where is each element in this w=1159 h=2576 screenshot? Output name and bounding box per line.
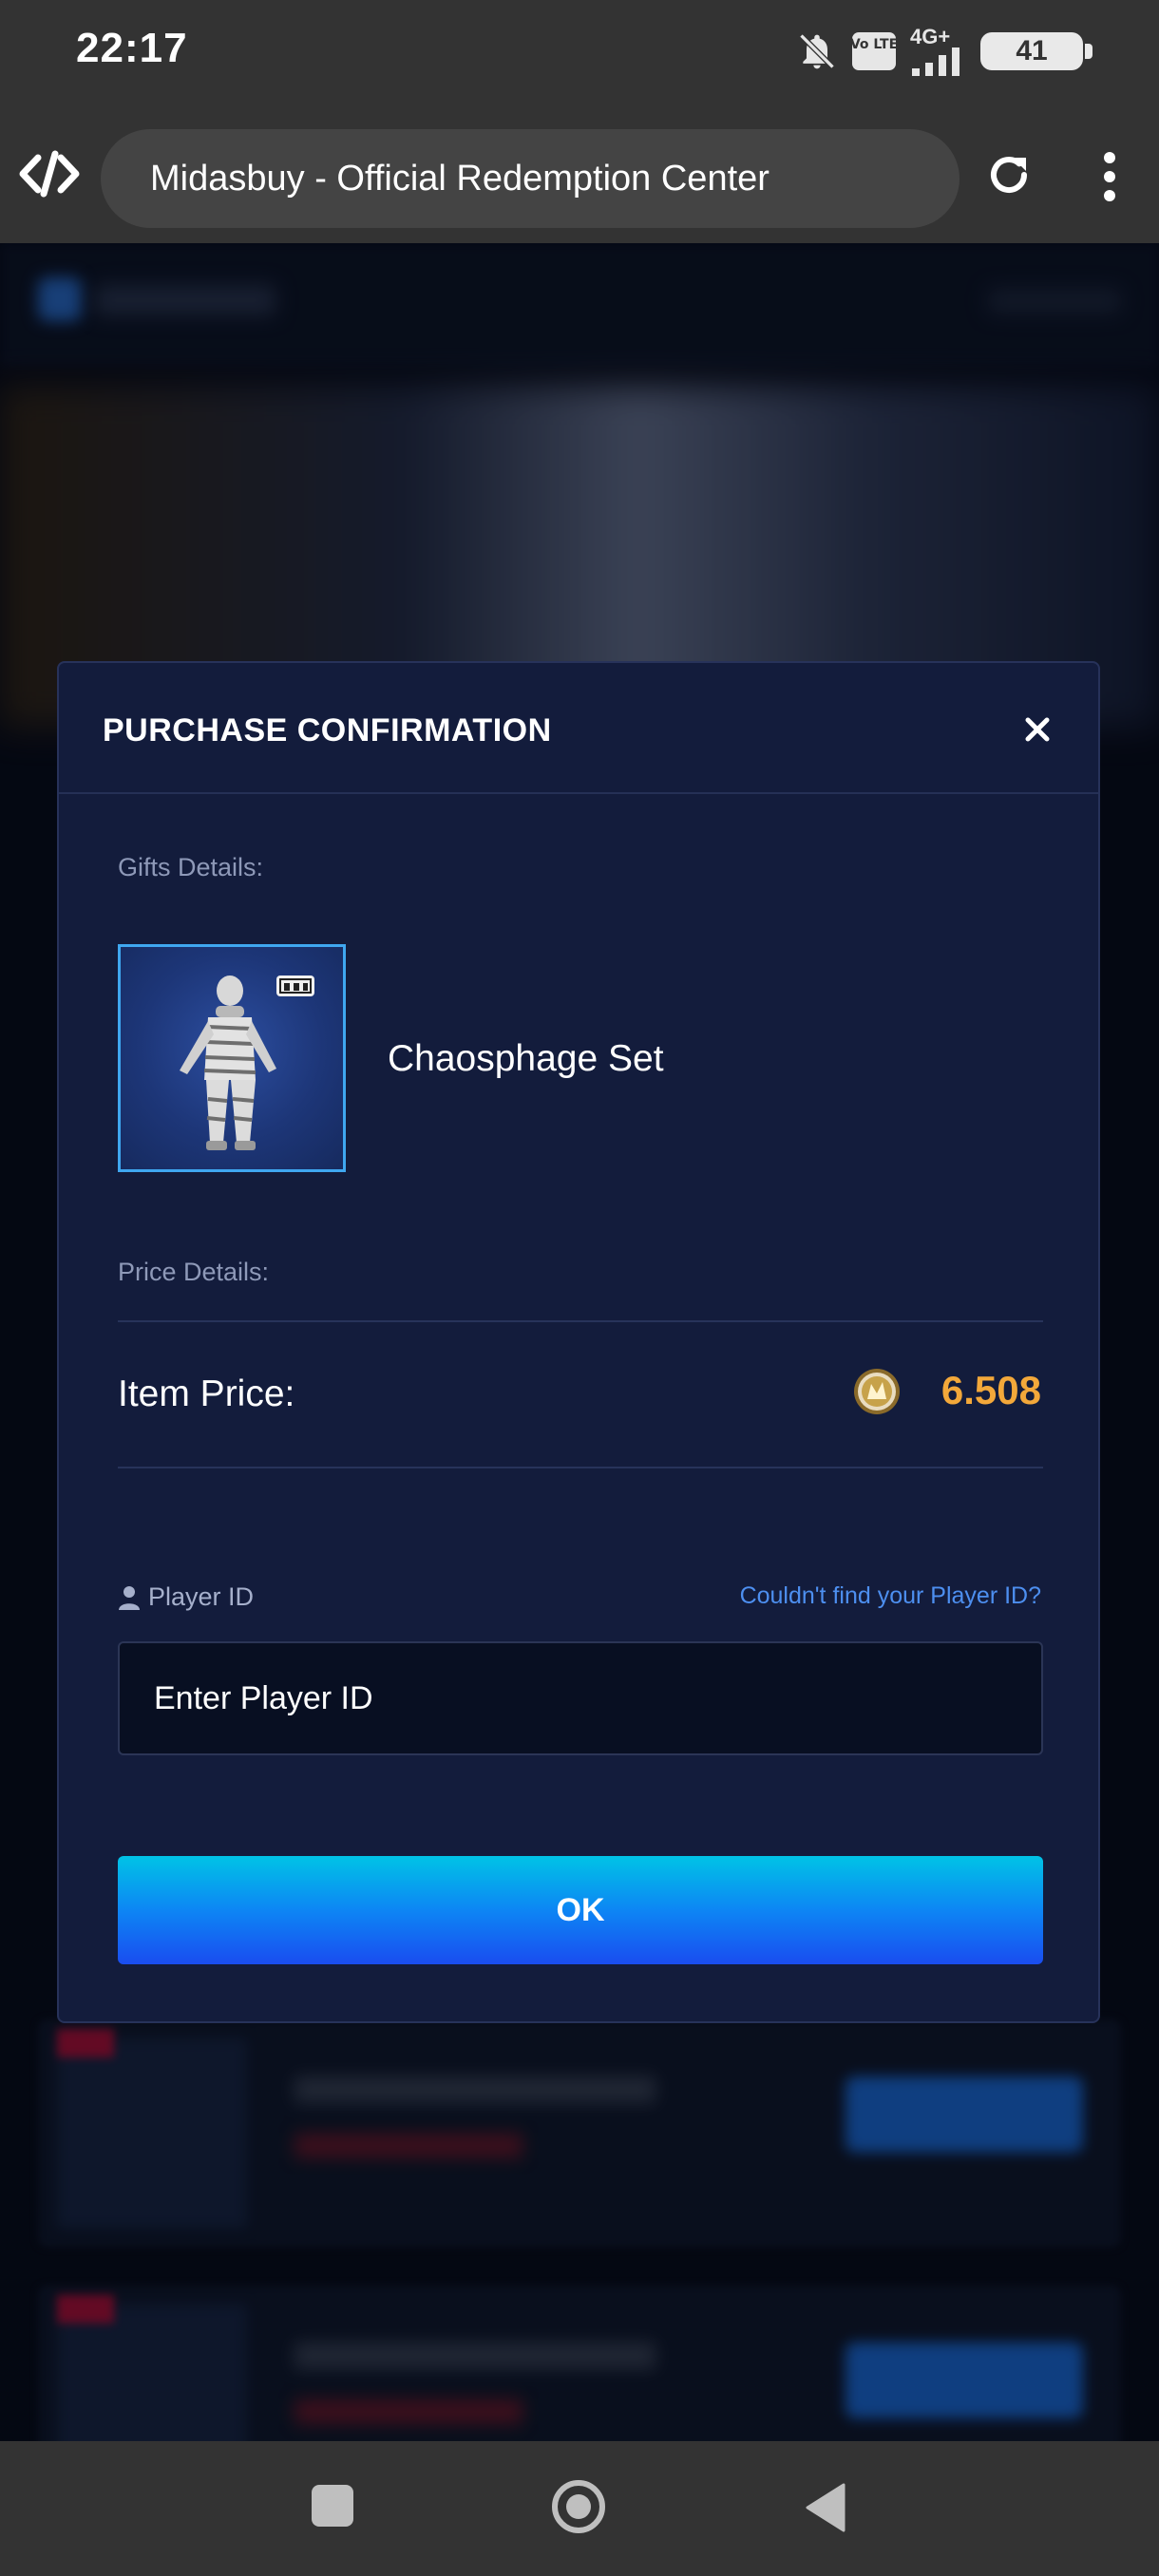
- browser-toolbar: Midasbuy - Official Redemption Center: [0, 104, 1159, 243]
- gift-name: Chaosphage Set: [388, 1038, 664, 1079]
- divider: [118, 1467, 1043, 1468]
- back-icon[interactable]: [804, 2483, 846, 2532]
- battery-icon: 41: [980, 32, 1092, 70]
- player-id-input[interactable]: [118, 1641, 1043, 1755]
- volte-badge-text: Vo LTE: [851, 37, 897, 52]
- network-type: 4G+: [910, 25, 951, 48]
- bell-off-icon: [799, 33, 835, 69]
- browser-logo-icon[interactable]: [19, 150, 80, 198]
- item-price-value: 6.508: [940, 1368, 1041, 1412]
- coin-icon: [854, 1369, 900, 1414]
- dialog-title: PURCHASE CONFIRMATION: [103, 712, 552, 748]
- gifts-details-label: Gifts Details:: [118, 853, 264, 881]
- player-id-label: Player ID: [148, 1582, 255, 1611]
- close-icon: [1025, 717, 1050, 742]
- user-icon: [119, 1585, 140, 1610]
- item-price-label: Item Price:: [118, 1373, 295, 1414]
- battery-level: 41: [1016, 35, 1048, 66]
- dialog-header: PURCHASE CONFIRMATION: [59, 663, 1098, 794]
- reload-icon[interactable]: [984, 150, 1034, 199]
- outfit-figure-icon: [180, 975, 314, 1150]
- find-player-id-link[interactable]: Couldn't find your Player ID?: [740, 1582, 1041, 1610]
- purchase-confirmation-dialog: PURCHASE CONFIRMATION Gifts Details: Cha…: [57, 661, 1100, 2023]
- status-bar: 22:17 Vo LTE 4G+ 41: [0, 0, 1159, 104]
- ok-button[interactable]: OK: [118, 1856, 1043, 1964]
- network-indicator: 4G+: [910, 27, 967, 76]
- signal-icon: [912, 47, 960, 76]
- recent-apps-icon[interactable]: [312, 2485, 353, 2527]
- volte-icon: Vo LTE: [851, 32, 897, 70]
- gift-thumbnail: [118, 944, 346, 1172]
- more-vert-icon[interactable]: [1089, 150, 1130, 203]
- close-button[interactable]: [1015, 707, 1060, 752]
- status-time: 22:17: [76, 25, 188, 71]
- player-id-label-group: Player ID: [118, 1582, 254, 1612]
- home-icon[interactable]: [551, 2479, 606, 2534]
- system-nav-bar: [0, 2441, 1159, 2576]
- status-icons: Vo LTE 4G+ 41: [796, 25, 1092, 78]
- divider: [118, 1320, 1043, 1322]
- page-title: Midasbuy - Official Redemption Center: [150, 158, 770, 199]
- address-bar[interactable]: Midasbuy - Official Redemption Center: [101, 129, 960, 228]
- price-details-label: Price Details:: [118, 1258, 270, 1286]
